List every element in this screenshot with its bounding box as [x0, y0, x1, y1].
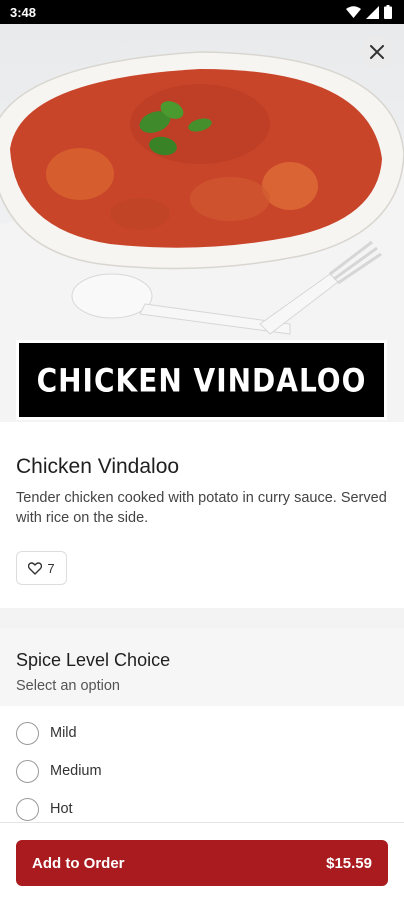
spice-level-header: Spice Level Choice Select an option — [0, 628, 404, 706]
dish-name-banner-text: CHICKEN VINDALOO — [36, 361, 367, 399]
spice-option-medium[interactable]: Medium — [16, 757, 316, 785]
signal-icon — [366, 5, 379, 19]
wifi-icon — [346, 5, 361, 18]
spice-option-hot[interactable]: Hot — [16, 795, 316, 823]
heart-icon — [28, 561, 43, 575]
status-icons — [346, 5, 392, 19]
close-button[interactable] — [361, 36, 393, 68]
spice-option-label: Medium — [50, 763, 102, 779]
item-description: Tender chicken cooked with potato in cur… — [16, 490, 387, 526]
item-title: Chicken Vindaloo — [16, 455, 180, 478]
spice-option-mild[interactable]: Mild — [16, 719, 316, 747]
status-time: 3:48 — [10, 5, 37, 20]
dish-name-banner: CHICKEN VINDALOO — [16, 340, 387, 420]
close-icon — [370, 45, 384, 59]
spice-level-subtitle: Select an option — [16, 678, 120, 694]
status-bar: 3:48 — [0, 0, 404, 24]
section-divider — [0, 608, 404, 628]
add-to-order-button[interactable]: Add to Order $15.59 — [16, 840, 388, 886]
spice-option-label: Mild — [50, 725, 77, 741]
spice-level-title: Spice Level Choice — [16, 650, 171, 670]
battery-icon — [384, 5, 392, 19]
order-price: $15.59 — [326, 854, 372, 872]
like-count: 7 — [47, 560, 55, 576]
like-button[interactable]: 7 — [16, 551, 67, 585]
dish-image: CHICKEN VINDALOO — [0, 24, 404, 422]
spice-option-label: Hot — [50, 801, 73, 817]
radio-button[interactable] — [16, 759, 39, 783]
add-to-order-label: Add to Order — [32, 854, 125, 872]
radio-button[interactable] — [16, 797, 39, 821]
order-footer: Add to Order $15.59 — [0, 822, 404, 900]
radio-button[interactable] — [16, 721, 39, 745]
